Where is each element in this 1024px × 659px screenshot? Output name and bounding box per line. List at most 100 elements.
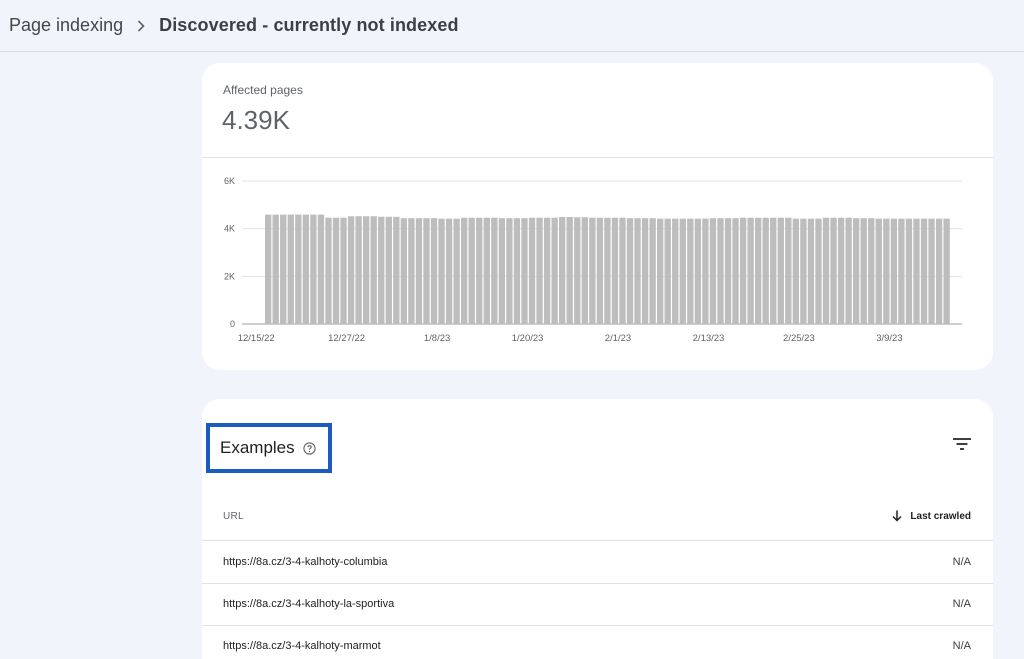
chart-bar — [566, 216, 573, 324]
affected-pages-value: 4.39K — [222, 105, 290, 135]
chart-bar — [468, 217, 475, 324]
chart-bar — [370, 216, 377, 324]
last-crawled-label: Last crawled — [910, 510, 971, 522]
chart-bar — [559, 216, 566, 324]
chart-bar — [860, 218, 867, 324]
chart-bar — [898, 218, 905, 324]
chart-bar — [332, 217, 340, 324]
chart-bar — [619, 217, 626, 324]
x-tick-label: 2/25/23 — [783, 333, 815, 344]
chart-bar — [589, 217, 596, 324]
table-row[interactable]: https://8a.cz/3-4-kalhoty-la-sportiva N/… — [202, 584, 993, 626]
chart-bar — [830, 217, 837, 324]
chart-bar — [920, 218, 928, 324]
chart-bar — [883, 218, 890, 324]
chart-bar — [777, 217, 784, 324]
chart-bar — [815, 218, 822, 324]
chart-bar — [574, 217, 581, 324]
examples-title: Examples — [220, 438, 295, 457]
table-row[interactable]: https://8a.cz/3-4-kalhoty-marmot N/A — [202, 626, 993, 659]
chart-bar — [521, 218, 528, 324]
chart-bar — [770, 217, 777, 324]
chart-bar — [762, 217, 769, 324]
affected-pages-chart: 0 2K 4K 6K 12/15/22 12/27/22 1/8/23 1/20/23 2/1/… — [224, 176, 962, 344]
examples-card: Examples URL Last crawled https://8a.cz/… — [202, 399, 993, 659]
chart-bar — [657, 218, 664, 324]
chart-bar — [393, 216, 400, 324]
chart-bar — [709, 218, 717, 324]
x-tick-label: 1/20/23 — [512, 333, 544, 344]
chart-bar — [445, 218, 453, 324]
chart-bar — [928, 218, 935, 324]
chart-bar — [438, 218, 445, 324]
chart-bar — [800, 218, 807, 324]
chart-bar — [664, 218, 671, 324]
chart-bar — [890, 218, 898, 324]
chart-bar — [626, 218, 634, 324]
breadcrumb-page-indexing[interactable]: Page indexing — [9, 15, 123, 36]
chart-bar — [513, 218, 521, 324]
y-tick-label: 0 — [230, 319, 235, 329]
table-header: URL Last crawled — [202, 497, 993, 541]
chart-bar — [905, 218, 913, 324]
chart-bar — [837, 217, 845, 324]
summary-card: Affected pages 4.39K 0 2K 4K 6K 12/15/22 12/2… — [202, 63, 993, 370]
filter-icon[interactable] — [953, 437, 971, 451]
top-bar: Page indexing Discovered - currently not… — [0, 0, 1024, 52]
chart-bar — [687, 218, 694, 324]
chart-bar — [280, 214, 287, 324]
chart-bar — [528, 217, 536, 324]
chart-bar — [310, 214, 317, 324]
chart-bar — [822, 217, 830, 324]
chart-bar — [385, 216, 392, 324]
chart-bar — [792, 218, 800, 324]
chart-bar — [694, 218, 702, 324]
chart-bar — [347, 216, 355, 324]
chart-bar — [506, 218, 513, 324]
chart-bar — [453, 218, 460, 324]
column-header-last-crawled[interactable]: Last crawled — [892, 510, 971, 522]
chart-bar — [363, 216, 370, 324]
chart-bar — [785, 217, 792, 324]
chart-bar — [672, 218, 679, 324]
chart-bar — [732, 218, 739, 324]
chart-bar — [641, 218, 649, 324]
chart-bar — [272, 214, 279, 324]
chart-bar — [807, 218, 815, 324]
examples-highlight: Examples — [206, 423, 332, 473]
chart-bar — [724, 218, 732, 324]
row-url: https://8a.cz/3-4-kalhoty-marmot — [223, 640, 381, 652]
table-row[interactable]: https://8a.cz/3-4-kalhoty-columbia N/A — [202, 542, 993, 584]
row-last-crawled: N/A — [952, 556, 971, 568]
chart-bar — [649, 218, 656, 324]
chart-bar — [634, 218, 641, 324]
affected-pages-label: Affected pages — [223, 83, 303, 97]
chart-bar — [679, 218, 686, 324]
arrow-down-icon — [892, 510, 902, 522]
chart-bar — [295, 214, 302, 324]
y-tick-label: 2K — [224, 271, 235, 281]
chart-bar — [423, 218, 430, 324]
row-url: https://8a.cz/3-4-kalhoty-la-sportiva — [223, 598, 395, 610]
chart-bar — [913, 218, 920, 324]
chart-bar — [325, 217, 332, 324]
chart-bar — [265, 214, 272, 324]
chart-bar — [415, 218, 423, 324]
y-tick-label: 4K — [224, 224, 235, 234]
chart-bar — [491, 217, 498, 324]
chart-bar — [461, 217, 468, 324]
chart-bar — [543, 217, 551, 324]
chart-bar — [581, 217, 588, 324]
row-url: https://8a.cz/3-4-kalhoty-columbia — [223, 556, 388, 568]
chart-bar — [717, 218, 724, 324]
chart-bar — [400, 218, 408, 324]
row-last-crawled: N/A — [952, 598, 971, 610]
chart-bar — [604, 217, 611, 324]
chart-bar — [498, 218, 506, 324]
chart-bar — [317, 214, 325, 324]
page-title: Discovered - currently not indexed — [159, 15, 459, 35]
chart-bar — [536, 217, 543, 324]
help-circle-icon[interactable] — [302, 441, 316, 455]
chart-bar — [755, 217, 762, 324]
chart-bar — [935, 218, 943, 324]
